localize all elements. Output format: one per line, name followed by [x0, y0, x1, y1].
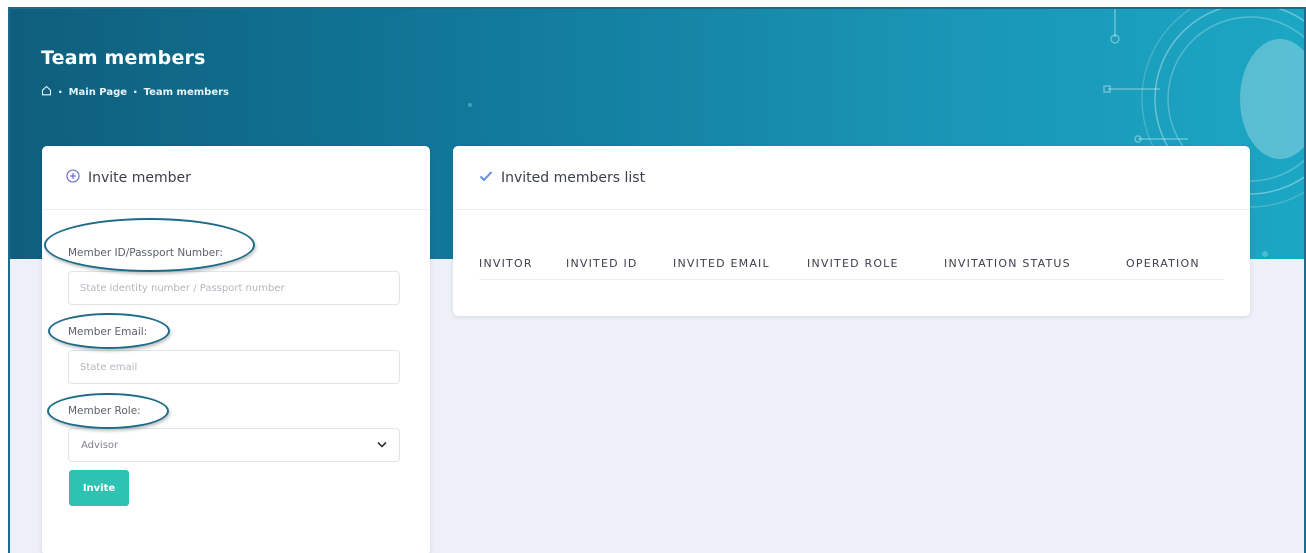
- page-title: Team members: [41, 47, 206, 69]
- member-id-input[interactable]: [68, 271, 400, 305]
- column-header-invited-role: INVITED ROLE: [807, 257, 899, 270]
- plus-circle-icon: [66, 168, 80, 187]
- home-icon[interactable]: [41, 85, 52, 99]
- invite-card-title: Invite member: [88, 169, 191, 186]
- member-email-input[interactable]: [68, 350, 400, 384]
- invited-card-title: Invited members list: [501, 169, 646, 186]
- member-id-label: Member ID/Passport Number:: [68, 247, 223, 259]
- column-header-invited-id: INVITED ID: [566, 257, 638, 270]
- member-role-label: Member Role:: [68, 405, 141, 417]
- page-frame: Team members · Main Page · Team members …: [8, 7, 1306, 553]
- invite-card-header: Invite member: [42, 146, 430, 210]
- breadcrumb-separator: ·: [133, 85, 138, 99]
- invite-member-card: Invite member Member ID/Passport Number:…: [42, 146, 430, 553]
- breadcrumb-item-main-page[interactable]: Main Page: [69, 87, 127, 98]
- column-header-operation: OPERATION: [1126, 257, 1200, 270]
- breadcrumb: · Main Page · Team members: [41, 85, 229, 99]
- annotation-ellipse-member-id: [44, 218, 255, 272]
- member-role-select[interactable]: Advisor: [68, 428, 400, 462]
- column-header-invitation-status: INVITATION STATUS: [944, 257, 1071, 270]
- invited-members-table-header: INVITOR INVITED ID INVITED EMAIL INVITED…: [479, 248, 1224, 280]
- breadcrumb-separator: ·: [58, 85, 63, 99]
- member-email-label: Member Email:: [68, 326, 148, 338]
- invited-card-header: Invited members list: [453, 146, 1250, 210]
- invited-members-card: Invited members list INVITOR INVITED ID …: [453, 146, 1250, 316]
- column-header-invited-email: INVITED EMAIL: [673, 257, 770, 270]
- invite-button[interactable]: Invite: [69, 470, 129, 506]
- chevron-down-icon: [377, 440, 387, 451]
- check-icon: [479, 170, 493, 186]
- column-header-invitor: INVITOR: [479, 257, 533, 270]
- member-role-selected-value: Advisor: [81, 439, 119, 451]
- breadcrumb-item-team-members: Team members: [143, 86, 229, 98]
